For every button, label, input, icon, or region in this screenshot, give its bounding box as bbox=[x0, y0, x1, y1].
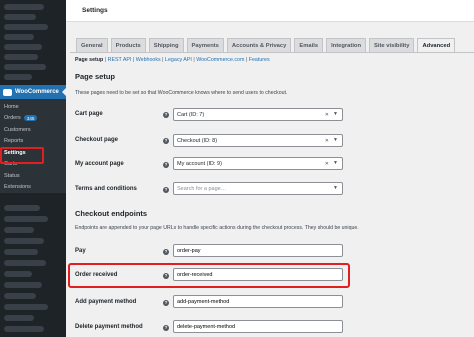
page-title: Settings bbox=[82, 7, 108, 14]
subsection-page-setup[interactable]: Page setup bbox=[75, 57, 103, 63]
blurred-menu-item bbox=[4, 260, 46, 266]
page-setup-heading: Page setup bbox=[75, 72, 116, 81]
blurred-menu-item bbox=[4, 282, 42, 288]
checkout-page-label: Checkout page bbox=[75, 137, 119, 143]
blurred-menu-item bbox=[4, 54, 38, 60]
tab-accounts-privacy[interactable]: Accounts & Privacy bbox=[226, 38, 292, 52]
help-icon[interactable]: ? bbox=[163, 187, 169, 193]
clear-icon[interactable]: ✕ bbox=[325, 138, 329, 144]
submenu-item-label: Orders bbox=[4, 115, 21, 122]
subsection-rest-api[interactable]: REST API bbox=[108, 57, 132, 63]
clear-icon[interactable]: ✕ bbox=[325, 161, 329, 167]
settings-tabs: General Products Shipping Payments Accou… bbox=[76, 38, 458, 53]
subsection-legacy-api[interactable]: Legacy API bbox=[165, 57, 192, 63]
tab-shipping[interactable]: Shipping bbox=[148, 38, 184, 52]
help-icon[interactable]: ? bbox=[163, 300, 169, 306]
blurred-menu-item bbox=[4, 24, 48, 30]
sidebar-item-label: WooCommerce bbox=[15, 89, 59, 95]
blurred-menu-item bbox=[4, 293, 36, 299]
chevron-down-icon: ▼ bbox=[333, 137, 338, 143]
pay-endpoint-label: Pay bbox=[75, 248, 86, 254]
help-icon[interactable]: ? bbox=[163, 249, 169, 255]
woocommerce-submenu: Home Orders 345 Customers Reports Settin… bbox=[0, 99, 66, 193]
blurred-menu-item bbox=[4, 238, 44, 244]
submenu-item-extensions[interactable]: Extensions bbox=[0, 182, 66, 194]
select-value: Checkout (ID: 8) bbox=[177, 137, 218, 144]
submenu-item-status[interactable]: Status bbox=[0, 170, 66, 182]
tab-general[interactable]: General bbox=[76, 38, 108, 52]
separator: | bbox=[193, 57, 195, 63]
blurred-menu-item bbox=[4, 326, 44, 332]
checkout-endpoints-description: Endpoints are appended to your page URLs… bbox=[75, 225, 359, 231]
blurred-menu-item bbox=[4, 74, 32, 80]
separator: | bbox=[245, 57, 248, 63]
delete-payment-method-endpoint-input[interactable] bbox=[173, 320, 343, 333]
blurred-menu-item bbox=[4, 249, 38, 255]
help-icon[interactable]: ? bbox=[163, 325, 169, 331]
separator: | bbox=[162, 57, 164, 63]
subsection-links: Page setup | REST API | Webhooks | Legac… bbox=[75, 57, 270, 63]
current-menu-arrow bbox=[62, 88, 66, 96]
my-account-page-label: My account page bbox=[75, 161, 124, 167]
wp-admin: WooCommerce Home Orders 345 Customers Re… bbox=[0, 0, 474, 337]
subsection-features[interactable]: Features bbox=[249, 57, 270, 63]
blurred-menu-item bbox=[4, 216, 48, 222]
woocommerce-logo-icon bbox=[3, 88, 12, 96]
blurred-menu-item bbox=[4, 4, 44, 10]
help-icon[interactable]: ? bbox=[163, 138, 169, 144]
blurred-menu-item bbox=[4, 44, 42, 50]
chevron-down-icon: ▼ bbox=[333, 160, 338, 166]
select-value: Cart (ID: 7) bbox=[177, 111, 205, 118]
add-payment-method-endpoint-label: Add payment method bbox=[75, 299, 137, 305]
select-value: My account (ID: 9) bbox=[177, 160, 222, 167]
subsection-woocommerce-com[interactable]: WooCommerce.com bbox=[196, 57, 244, 63]
submenu-item-reports[interactable]: Reports bbox=[0, 136, 66, 148]
tab-products[interactable]: Products bbox=[110, 38, 146, 52]
tab-integration[interactable]: Integration bbox=[326, 38, 367, 52]
terms-page-label: Terms and conditions bbox=[75, 186, 137, 192]
order-received-highlight-box bbox=[68, 263, 350, 288]
sidebar-item-woocommerce[interactable]: WooCommerce bbox=[0, 85, 66, 99]
tab-site-visibility[interactable]: Site visibility bbox=[369, 38, 415, 52]
clear-icon[interactable]: ✕ bbox=[325, 112, 329, 118]
tab-emails[interactable]: Emails bbox=[294, 38, 324, 52]
delete-payment-method-endpoint-label: Delete payment method bbox=[75, 324, 143, 330]
checkout-page-select[interactable]: Checkout (ID: 8) ✕ ▼ bbox=[173, 134, 343, 147]
checkout-endpoints-heading: Checkout endpoints bbox=[75, 209, 148, 218]
separator: | bbox=[104, 57, 107, 63]
chevron-down-icon: ▼ bbox=[333, 111, 338, 117]
pay-endpoint-input[interactable] bbox=[173, 244, 343, 257]
help-icon[interactable]: ? bbox=[163, 162, 169, 168]
separator: | bbox=[132, 57, 135, 63]
select-placeholder: Search for a page… bbox=[177, 185, 227, 192]
blurred-menu-item bbox=[4, 304, 48, 310]
tab-payments[interactable]: Payments bbox=[186, 38, 224, 52]
blurred-menu-item bbox=[4, 64, 46, 70]
cart-page-select[interactable]: Cart (ID: 7) ✕ ▼ bbox=[173, 108, 343, 121]
tab-advanced[interactable]: Advanced bbox=[417, 38, 456, 52]
blurred-menu-item bbox=[4, 34, 34, 40]
subsection-webhooks[interactable]: Webhooks bbox=[136, 57, 161, 63]
cart-page-label: Cart page bbox=[75, 111, 103, 117]
blurred-menu-item bbox=[4, 14, 36, 20]
page-setup-description: These pages need to be set so that WooCo… bbox=[75, 90, 288, 96]
submenu-item-home[interactable]: Home bbox=[0, 101, 66, 113]
settings-highlight-box bbox=[0, 147, 44, 164]
page-header: Settings bbox=[66, 0, 474, 22]
admin-sidebar: WooCommerce Home Orders 345 Customers Re… bbox=[0, 0, 66, 337]
my-account-page-select[interactable]: My account (ID: 9) ✕ ▼ bbox=[173, 157, 343, 170]
submenu-item-orders[interactable]: Orders 345 bbox=[0, 113, 66, 125]
submenu-item-customers[interactable]: Customers bbox=[0, 124, 66, 136]
blurred-menu-item bbox=[4, 271, 32, 277]
orders-count-badge: 345 bbox=[23, 115, 38, 122]
help-icon[interactable]: ? bbox=[163, 112, 169, 118]
blurred-menu-item bbox=[4, 315, 34, 321]
blurred-menu-item bbox=[4, 205, 40, 211]
add-payment-method-endpoint-input[interactable] bbox=[173, 295, 343, 308]
chevron-down-icon: ▼ bbox=[333, 185, 338, 191]
blurred-menu-item bbox=[4, 227, 34, 233]
terms-page-select[interactable]: Search for a page… ▼ bbox=[173, 182, 343, 195]
